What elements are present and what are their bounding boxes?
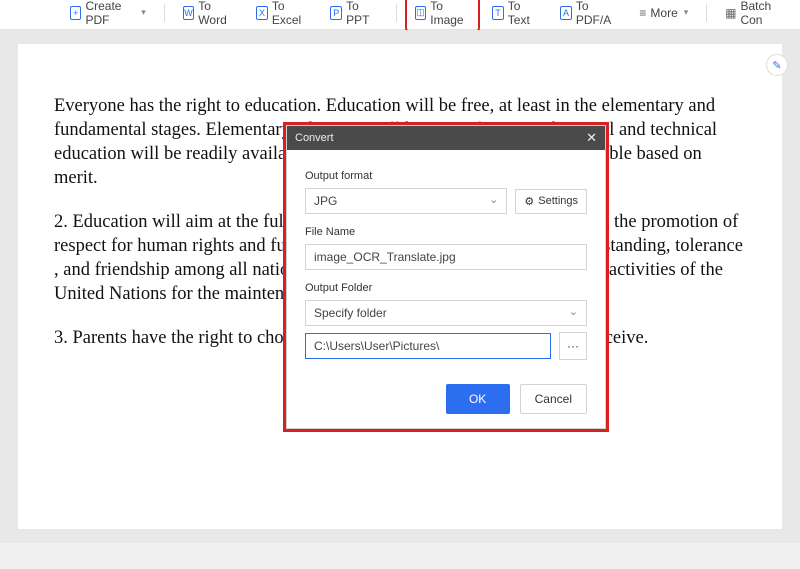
settings-button[interactable]: ⚙ Settings (515, 189, 587, 214)
image-icon: ◫ (415, 6, 427, 20)
settings-label: Settings (538, 195, 578, 207)
output-folder-select[interactable]: Specify folder (305, 300, 587, 326)
toolbar: + Create PDF W To Word X To Excel P To P… (0, 0, 800, 30)
output-format-select[interactable]: JPG (305, 188, 507, 214)
filename-label: File Name (305, 226, 587, 238)
to-excel-label: To Excel (272, 0, 309, 27)
dialog-footer: OK Cancel (287, 378, 605, 428)
search-placeholder: Search Tools (725, 0, 781, 1)
to-ppt-button[interactable]: P To PPT (322, 0, 385, 31)
folder-path-input[interactable] (305, 333, 551, 359)
grid-icon: ▦ (725, 6, 736, 20)
to-pdfa-button[interactable]: A To PDF/A (552, 0, 625, 31)
assistant-badge[interactable]: ✎ (766, 54, 788, 76)
more-label: More (650, 6, 677, 20)
filename-input[interactable] (305, 244, 587, 270)
divider (706, 4, 707, 22)
word-icon: W (183, 6, 195, 20)
hamburger-icon: ≡ (639, 6, 646, 20)
to-ppt-label: To PPT (346, 0, 378, 27)
to-word-label: To Word (198, 0, 234, 27)
to-excel-button[interactable]: X To Excel (248, 0, 316, 31)
to-text-label: To Text (508, 0, 538, 27)
pdfa-icon: A (560, 6, 572, 20)
dialog-titlebar: Convert ✕ (287, 126, 605, 150)
close-icon[interactable]: ✕ (586, 130, 597, 146)
to-image-button[interactable]: ◫ To Image (407, 0, 479, 31)
plus-icon: + (70, 6, 81, 20)
batch-convert-button[interactable]: ▦ Batch Con (717, 0, 792, 31)
divider (396, 4, 397, 22)
create-pdf-label: Create PDF (85, 0, 135, 27)
to-word-button[interactable]: W To Word (175, 0, 243, 31)
output-folder-label: Output Folder (305, 282, 587, 294)
to-image-label: To Image (430, 0, 470, 27)
text-icon: T (492, 6, 504, 20)
cancel-button[interactable]: Cancel (520, 384, 587, 414)
batch-label: Batch Con (740, 0, 784, 27)
dialog-title: Convert (295, 132, 334, 144)
divider (164, 4, 165, 22)
search-tools[interactable]: ⌕ Search Tools (703, 0, 792, 1)
create-pdf-button[interactable]: + Create PDF (62, 0, 154, 31)
to-pdfa-label: To PDF/A (576, 0, 618, 27)
more-button[interactable]: ≡ More (631, 2, 696, 24)
browse-button[interactable]: ··· (559, 332, 587, 360)
excel-icon: X (256, 6, 268, 20)
dialog-body: Output format JPG ⚙ Settings File Name O… (287, 150, 605, 378)
gear-icon: ⚙ (524, 195, 534, 208)
output-format-label: Output format (305, 170, 587, 182)
ok-button[interactable]: OK (446, 384, 510, 414)
convert-dialog: Convert ✕ Output format JPG ⚙ Settings F… (286, 125, 606, 429)
ppt-icon: P (330, 6, 342, 20)
to-text-button[interactable]: T To Text (484, 0, 546, 31)
